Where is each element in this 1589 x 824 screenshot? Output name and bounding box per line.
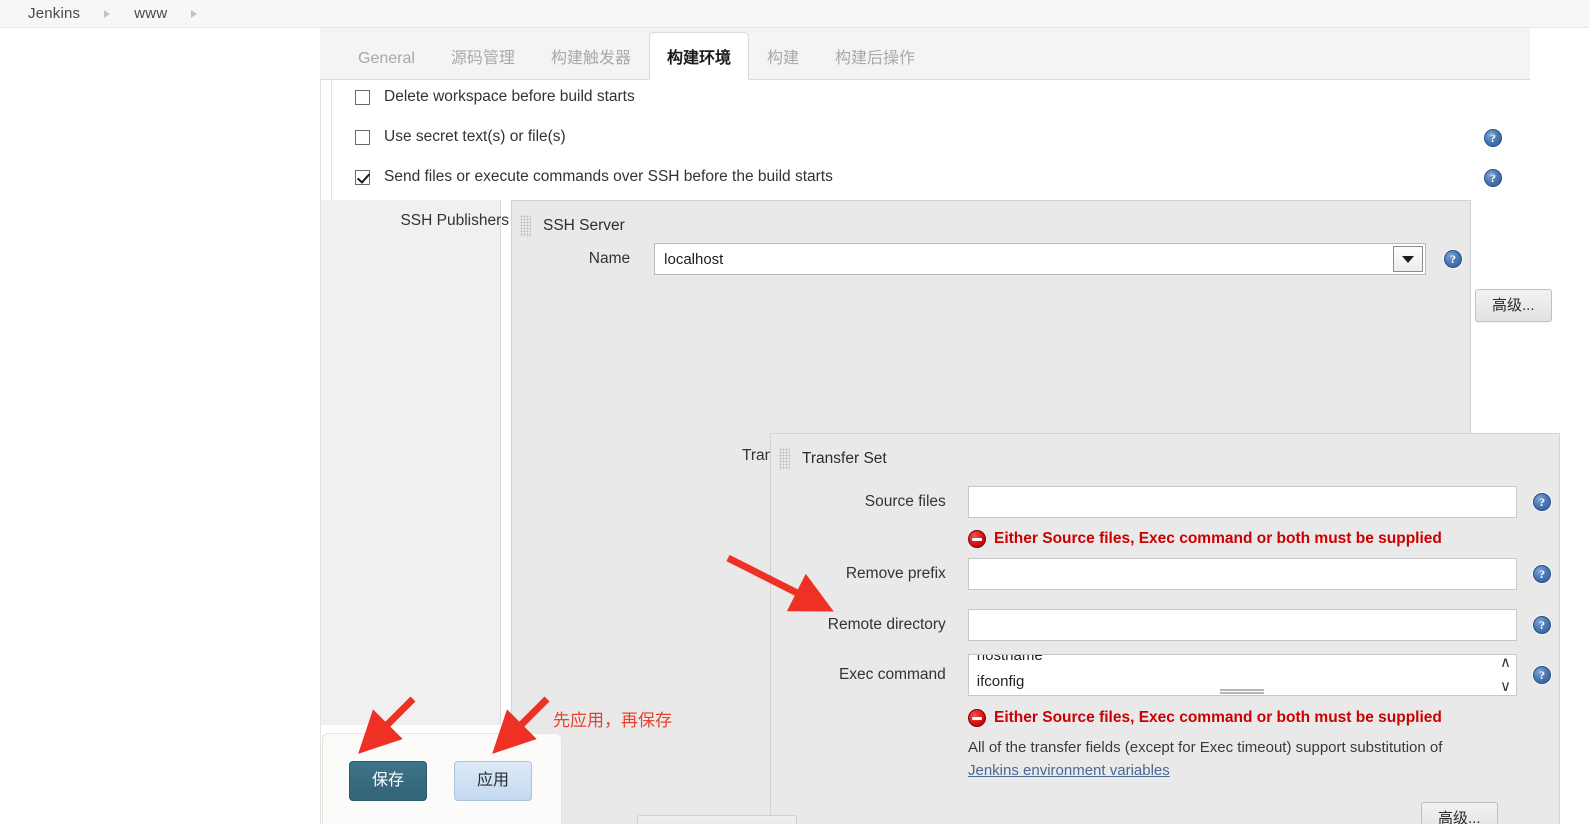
checkbox-delete-workspace[interactable] xyxy=(355,89,370,105)
error-icon xyxy=(968,530,986,548)
apply-button[interactable]: 应用 xyxy=(454,761,533,801)
checkbox-use-secret-text[interactable] xyxy=(355,129,370,145)
drag-handle-icon[interactable] xyxy=(520,215,531,237)
ssh-server-header: SSH Server xyxy=(520,215,625,237)
remote-directory-label: Remote directory xyxy=(827,616,946,633)
exec-command-scrollbar[interactable]: ∧ ∨ xyxy=(1497,655,1514,694)
transfer-fields-note: All of the transfer fields (except for E… xyxy=(968,739,1443,756)
help-icon-remote-directory[interactable]: ? xyxy=(1533,616,1551,634)
jenkins-job-config-page: Jenkins www General 源码管理 构建触发器 构建环境 构建 构… xyxy=(0,0,1589,824)
chevron-right-icon xyxy=(191,9,198,18)
ssh-server-name-label: Name xyxy=(588,250,631,267)
add-transfer-set-button-partial[interactable] xyxy=(637,815,797,824)
ssh-server-name-row: Name localhost ? xyxy=(552,243,1462,275)
breadcrumb-item-jenkins[interactable]: Jenkins xyxy=(28,5,80,22)
ssh-publishers-label: SSH Publishers xyxy=(400,212,509,229)
breadcrumb: Jenkins www xyxy=(0,0,1589,28)
ssh-server-name-value: localhost xyxy=(664,250,724,268)
transfer-set-title: Transfer Set xyxy=(802,450,887,467)
ssh-server-title: SSH Server xyxy=(543,217,625,234)
drag-handle-icon[interactable] xyxy=(779,448,790,470)
help-icon-exec-command[interactable]: ? xyxy=(1533,666,1551,684)
exec-command-row: Exec command hostname ifconfig ∧ ∨ ? xyxy=(791,654,1551,696)
help-icon-remove-prefix[interactable]: ? xyxy=(1533,565,1551,583)
option-delete-workspace-label: Delete workspace before build starts xyxy=(384,88,635,105)
tab-build-environment[interactable]: 构建环境 xyxy=(648,32,749,80)
source-files-label: Source files xyxy=(864,493,946,510)
exec-command-error-text: Either Source files, Exec command or bot… xyxy=(994,709,1442,726)
question-mark-icon: ? xyxy=(1484,169,1502,187)
option-delete-workspace[interactable]: Delete workspace before build starts xyxy=(355,88,635,106)
exec-command-label: Exec command xyxy=(838,666,946,683)
transfers-block: Transfer Set Source files ? Either Sourc… xyxy=(770,433,1560,824)
chevron-down-icon[interactable] xyxy=(1393,246,1423,272)
form-action-bar: 保存 应用 xyxy=(322,733,562,824)
remove-prefix-label: Remove prefix xyxy=(845,565,946,582)
exec-command-error: Either Source files, Exec command or bot… xyxy=(968,709,1442,727)
exec-command-line-1: hostname xyxy=(976,654,1043,664)
ssh-server-advanced-button[interactable]: 高级... xyxy=(1475,289,1552,322)
remove-prefix-input[interactable] xyxy=(967,558,1517,590)
resize-handle-icon[interactable] xyxy=(1220,689,1265,694)
scroll-down-icon[interactable]: ∨ xyxy=(1500,679,1511,694)
help-icon-source-files[interactable]: ? xyxy=(1533,493,1551,511)
exec-command-textarea[interactable]: hostname ifconfig ∧ ∨ xyxy=(967,654,1517,696)
source-files-error: Either Source files, Exec command or bot… xyxy=(968,530,1442,548)
remote-directory-row: Remote directory ? xyxy=(791,609,1551,641)
tab-post-build-actions[interactable]: 构建后操作 xyxy=(817,32,933,79)
scroll-up-icon[interactable]: ∧ xyxy=(1500,655,1511,670)
chevron-right-icon xyxy=(104,9,111,18)
option-use-secret-text-label: Use secret text(s) or file(s) xyxy=(384,128,566,145)
remote-directory-input[interactable] xyxy=(967,609,1517,641)
option-send-files-ssh-label: Send files or execute commands over SSH … xyxy=(384,168,833,185)
question-mark-icon: ? xyxy=(1484,129,1502,147)
tab-general[interactable]: General xyxy=(340,38,433,79)
source-files-error-text: Either Source files, Exec command or bot… xyxy=(994,530,1442,547)
option-use-secret-text[interactable]: Use secret text(s) or file(s) xyxy=(355,128,566,146)
breadcrumb-item-www[interactable]: www xyxy=(134,5,167,22)
remove-prefix-row: Remove prefix ? xyxy=(791,558,1551,590)
ssh-server-name-select[interactable]: localhost xyxy=(654,243,1426,275)
source-files-row: Source files ? xyxy=(791,486,1551,518)
build-environment-panel: Delete workspace before build starts Use… xyxy=(320,80,1560,824)
tab-source-management[interactable]: 源码管理 xyxy=(433,32,533,79)
ssh-publishers-left-column xyxy=(321,200,501,725)
checkbox-send-files-ssh[interactable] xyxy=(355,169,370,185)
config-tabbar: General 源码管理 构建触发器 构建环境 构建 构建后操作 xyxy=(320,28,1530,80)
error-icon xyxy=(968,709,986,727)
save-button[interactable]: 保存 xyxy=(349,761,428,801)
option-send-files-ssh[interactable]: Send files or execute commands over SSH … xyxy=(355,168,833,186)
tab-build[interactable]: 构建 xyxy=(749,32,817,79)
jenkins-environment-variables-link[interactable]: Jenkins environment variables xyxy=(968,762,1170,779)
source-files-input[interactable] xyxy=(967,486,1517,518)
transfer-set-header: Transfer Set xyxy=(779,448,887,470)
help-icon-ssh-server-name[interactable]: ? xyxy=(1444,250,1462,268)
annotation-apply-then-save: 先应用，再保存 xyxy=(553,711,672,730)
transfer-set-advanced-button[interactable]: 高级... xyxy=(1421,802,1498,824)
tab-build-triggers[interactable]: 构建触发器 xyxy=(533,32,649,79)
help-icon-use-secret-text[interactable]: ? xyxy=(1484,129,1502,147)
help-icon-send-files-ssh[interactable]: ? xyxy=(1484,169,1502,187)
